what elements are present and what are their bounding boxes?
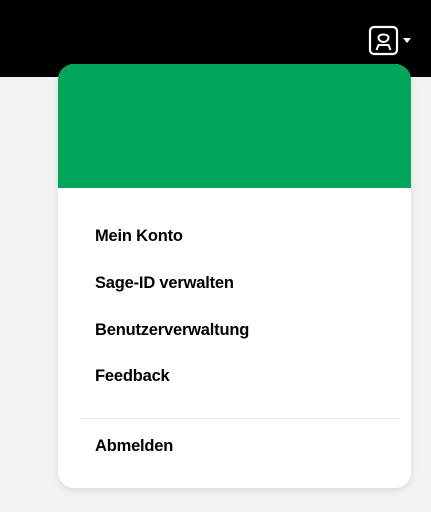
logout-button[interactable]: Abmelden (95, 437, 173, 456)
user-dropdown-menu: Mein Konto Sage-ID verwalten Benutzerver… (58, 64, 411, 488)
menu-item-mein-konto[interactable]: Mein Konto (95, 227, 183, 246)
dropdown-header (58, 64, 411, 188)
chevron-down-icon (403, 37, 411, 43)
menu-divider (80, 418, 399, 419)
user-menu-button[interactable] (368, 22, 426, 58)
user-avatar-icon (368, 25, 399, 55)
menu-item-benutzerverwaltung[interactable]: Benutzerverwaltung (95, 321, 249, 340)
menu-item-sage-id-verwalten[interactable]: Sage-ID verwalten (95, 274, 234, 293)
menu-item-feedback[interactable]: Feedback (95, 367, 170, 386)
